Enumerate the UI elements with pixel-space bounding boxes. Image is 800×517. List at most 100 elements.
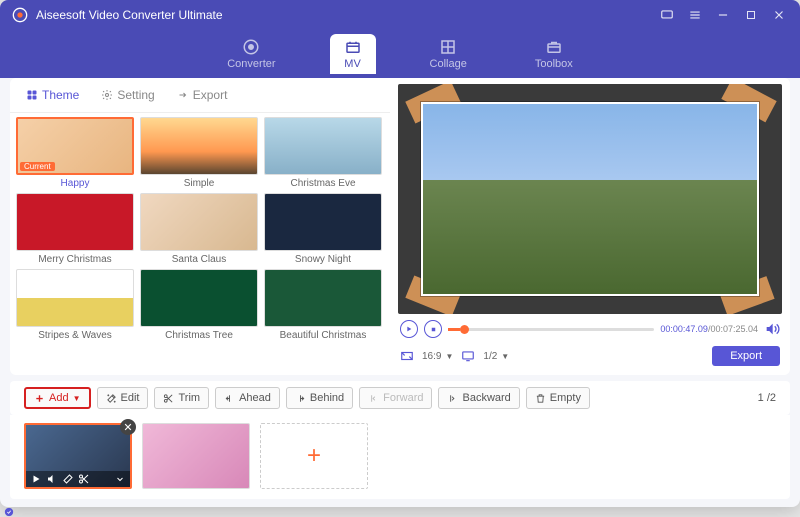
maximize-icon[interactable] xyxy=(742,6,760,24)
plus-icon: + xyxy=(307,442,321,470)
time-display: 00:00:47.09/00:07:25.04 xyxy=(660,324,758,334)
current-badge: Current xyxy=(20,162,55,171)
theme-label: Snowy Night xyxy=(264,254,382,265)
app-title: Aiseesoft Video Converter Ultimate xyxy=(36,8,223,22)
theme-item[interactable]: Christmas Eve xyxy=(264,117,382,189)
clip-add-slot[interactable]: + xyxy=(260,423,368,489)
aspect-icon xyxy=(400,349,414,363)
clip-toolbar: Add ▼ Edit Trim Ahead Behind Forward Bac… xyxy=(10,381,790,415)
theme-thumb xyxy=(264,117,382,175)
feedback-icon[interactable] xyxy=(658,6,676,24)
theme-thumb xyxy=(264,193,382,251)
stop-button[interactable] xyxy=(424,320,442,338)
subtab-label: Export xyxy=(193,88,228,102)
tab-label: Collage xyxy=(430,58,467,70)
wand-icon xyxy=(106,393,117,404)
grid-icon xyxy=(26,89,38,101)
theme-label: Stripes & Waves xyxy=(16,330,134,341)
trim-button[interactable]: Trim xyxy=(154,387,209,409)
aspect-ratio-select[interactable]: 16:9 ▼ xyxy=(422,351,453,362)
content-area: Theme Setting Export CurrentHappySimpleC… xyxy=(10,78,790,375)
ahead-button[interactable]: Ahead xyxy=(215,387,280,409)
theme-thumb xyxy=(16,193,134,251)
mv-icon xyxy=(344,38,362,56)
theme-item[interactable]: Christmas Tree xyxy=(140,269,258,341)
tab-label: MV xyxy=(344,58,361,70)
theme-label: Beautiful Christmas xyxy=(264,330,382,341)
preview-options: 16:9 ▼ 1/2 ▼ Export xyxy=(398,344,782,370)
theme-item[interactable]: Merry Christmas xyxy=(16,193,134,265)
subtab-label: Setting xyxy=(117,88,154,102)
tab-label: Converter xyxy=(227,58,275,70)
scissors-icon[interactable] xyxy=(78,473,90,485)
clip-row: ✕ + xyxy=(10,415,790,499)
clip-item[interactable]: ✕ xyxy=(24,423,132,489)
theme-item[interactable]: Simple xyxy=(140,117,258,189)
subtab-setting[interactable]: Setting xyxy=(93,84,162,106)
minimize-icon[interactable] xyxy=(714,6,732,24)
add-button[interactable]: Add ▼ xyxy=(24,387,91,409)
play-button[interactable] xyxy=(400,320,418,338)
theme-panel: Theme Setting Export CurrentHappySimpleC… xyxy=(10,78,390,375)
app-logo-icon xyxy=(12,7,28,23)
chevron-down-icon[interactable] xyxy=(114,473,126,485)
subtab-label: Theme xyxy=(42,88,79,102)
theme-item[interactable]: Current Happy xyxy=(16,117,134,189)
theme-thumb xyxy=(140,193,258,251)
subtabs: Theme Setting Export xyxy=(10,78,390,113)
playback-controls: 00:00:47.09/00:07:25.04 xyxy=(398,314,782,344)
clip-overlay xyxy=(26,471,130,487)
clip-delete-icon[interactable]: ✕ xyxy=(120,419,136,435)
play-icon[interactable] xyxy=(30,473,42,485)
subtab-theme[interactable]: Theme xyxy=(18,84,87,106)
backward-button[interactable]: Backward xyxy=(438,387,519,409)
themes-grid: Current Happy Simple Christmas Eve Merry Chr… xyxy=(10,113,390,375)
screen-icon xyxy=(461,349,475,363)
menu-icon[interactable] xyxy=(686,6,704,24)
theme-item[interactable]: Beautiful Christmas xyxy=(264,269,382,341)
clip-item[interactable] xyxy=(142,423,250,489)
theme-thumb xyxy=(140,269,258,327)
theme-label: Santa Claus xyxy=(140,254,258,265)
tab-converter[interactable]: Converter xyxy=(213,34,289,74)
behind-icon xyxy=(295,393,306,404)
toolbox-icon xyxy=(545,38,563,56)
theme-label: Christmas Eve xyxy=(264,178,382,189)
preview-panel: 00:00:47.09/00:07:25.04 16:9 ▼ 1/2 ▼ Exp… xyxy=(390,78,790,375)
theme-item[interactable]: Santa Claus xyxy=(140,193,258,265)
progress-bar[interactable] xyxy=(448,328,654,331)
theme-thumb xyxy=(264,269,382,327)
tab-toolbox[interactable]: Toolbox xyxy=(521,34,587,74)
theme-item[interactable]: Snowy Night xyxy=(264,193,382,265)
titlebar: Aiseesoft Video Converter Ultimate xyxy=(0,0,800,30)
tab-label: Toolbox xyxy=(535,58,573,70)
main-tabs: Converter MV Collage Toolbox xyxy=(0,30,800,78)
theme-label: Merry Christmas xyxy=(16,254,134,265)
preview-frame xyxy=(421,102,759,295)
pager: 1 /2 xyxy=(758,392,776,404)
behind-button[interactable]: Behind xyxy=(286,387,353,409)
app-window: Aiseesoft Video Converter Ultimate Conve… xyxy=(0,0,800,507)
edit-button[interactable]: Edit xyxy=(97,387,149,409)
theme-thumb xyxy=(140,117,258,175)
empty-button[interactable]: Empty xyxy=(526,387,590,409)
subtab-export[interactable]: Export xyxy=(169,84,236,106)
tab-collage[interactable]: Collage xyxy=(416,34,481,74)
wand-icon[interactable] xyxy=(62,473,74,485)
tab-mv[interactable]: MV xyxy=(330,34,376,74)
converter-icon xyxy=(242,38,260,56)
export-button[interactable]: Export xyxy=(712,346,780,366)
backward-icon xyxy=(447,393,458,404)
preview-video[interactable] xyxy=(398,84,782,314)
trash-icon xyxy=(535,393,546,404)
volume-icon[interactable] xyxy=(46,473,58,485)
scissors-icon xyxy=(163,393,174,404)
theme-item[interactable]: Stripes & Waves xyxy=(16,269,134,341)
gear-icon xyxy=(101,89,113,101)
theme-label: Happy xyxy=(16,178,134,189)
close-icon[interactable] xyxy=(770,6,788,24)
volume-icon[interactable] xyxy=(764,321,780,337)
zoom-select[interactable]: 1/2 ▼ xyxy=(483,351,509,362)
plus-icon xyxy=(34,393,45,404)
forward-icon xyxy=(368,393,379,404)
